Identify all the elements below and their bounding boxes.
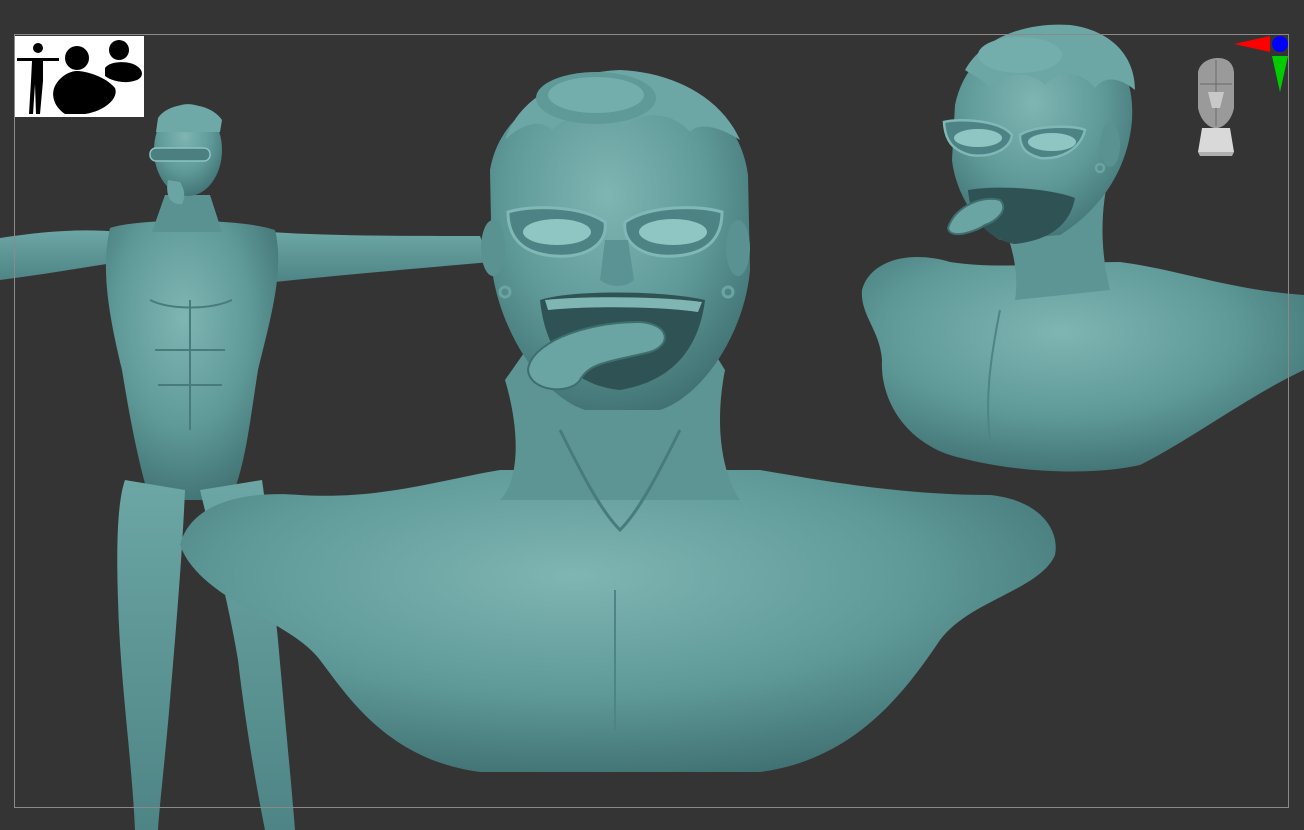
y-axis-arrow[interactable]	[1272, 56, 1288, 92]
silhouette-graphic	[17, 40, 142, 114]
z-axis-dot[interactable]	[1272, 36, 1288, 52]
x-axis-arrow[interactable]	[1234, 36, 1270, 52]
silhouette-thumbnail-icon[interactable]	[15, 36, 144, 117]
navigation-head-icon[interactable]	[1188, 56, 1244, 160]
zbrush-viewport[interactable]	[0, 0, 1304, 830]
navigation-head-graphic	[1198, 58, 1234, 156]
sculpt-canvas[interactable]	[0, 0, 1304, 830]
